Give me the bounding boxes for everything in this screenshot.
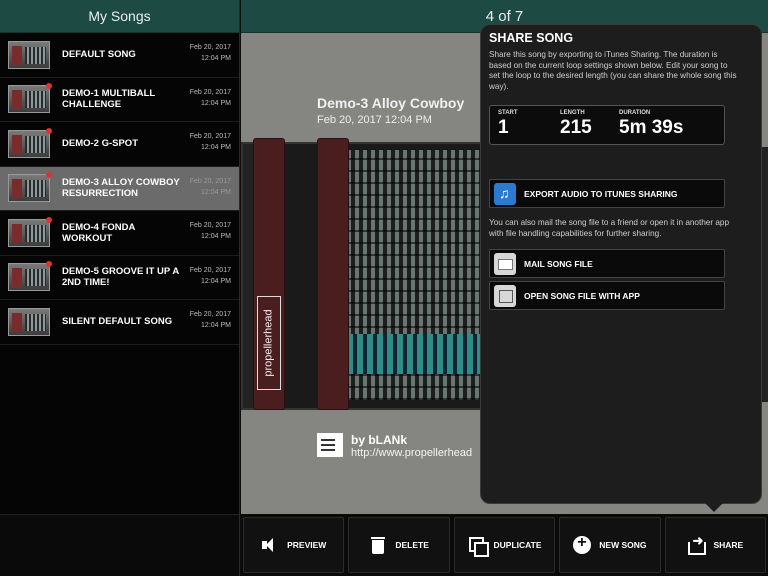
song-name: SILENT DEFAULT SONG — [62, 316, 173, 328]
author-url[interactable]: http://www.propellerhead — [351, 447, 472, 459]
song-list-item[interactable]: DEMO-2 G-SPOT Feb 20, 2017 12:04 PM — [0, 122, 239, 167]
song-thumbnail — [8, 261, 52, 292]
song-list-item[interactable]: SILENT DEFAULT SONG Feb 20, 2017 12:04 PM — [0, 300, 239, 345]
song-date: Feb 20, 2017 12:04 PM — [189, 222, 231, 240]
share-song-popover: SHARE SONG Share this song by exporting … — [480, 24, 762, 504]
song-date: Feb 20, 2017 12:04 PM — [189, 88, 231, 107]
song-thumbnail — [8, 40, 50, 69]
plus-circle-icon — [573, 534, 592, 554]
song-date: Feb 20, 2017 12:04 PM — [189, 266, 231, 285]
start-stat: START 1 — [498, 110, 518, 138]
export-itunes-button[interactable]: EXPORT AUDIO TO ITUNES SHARING — [489, 179, 725, 208]
song-thumbnail — [8, 216, 52, 247]
open-with-app-icon — [494, 284, 516, 307]
share-description: Share this song by exporting to iTunes S… — [489, 50, 737, 91]
song-date: Feb 20, 2017 12:04 PM — [189, 44, 231, 62]
song-thumbnail — [8, 172, 52, 203]
song-list-item[interactable]: DEFAULT SONG Feb 20, 2017 12:04 PM — [0, 33, 239, 78]
rack-rail-right — [317, 138, 349, 410]
song-list-item[interactable]: DEMO-5 GROOVE IT UP A 2ND TIME! Feb 20, … — [0, 256, 239, 300]
delete-button[interactable]: DELETE — [348, 517, 450, 573]
song-list-item[interactable]: DEMO-4 FONDA WORKOUT Feb 20, 2017 12:04 P… — [0, 211, 239, 256]
song-name: DEFAULT SONG — [62, 49, 136, 61]
bottom-toolbar: PREVIEW DELETE DUPLICATE NEW SONG SHARE — [241, 514, 768, 576]
popover-arrow — [705, 503, 723, 512]
preview-button[interactable]: PREVIEW — [243, 517, 345, 573]
speaker-icon — [261, 536, 279, 554]
sidebar-footer — [0, 514, 239, 576]
song-author: by bLANk http://www.propellerhead — [317, 433, 472, 459]
duplicate-icon — [468, 536, 489, 557]
duration-stat: DURATION 5m 39s — [619, 110, 684, 138]
mail-song-button[interactable]: MAIL SONG FILE — [489, 249, 725, 278]
song-datetime: Feb 20, 2017 12:04 PM — [317, 114, 432, 126]
song-name: DEMO-4 FONDA WORKOUT — [62, 221, 136, 244]
song-list-item[interactable]: DEMO-1 MULTIBALL CHALLENGE Feb 20, 2017 1… — [0, 78, 239, 122]
song-thumbnail — [8, 307, 50, 336]
share-note: You can also mail the song file to a fri… — [489, 218, 730, 238]
sidebar-title: My Songs — [0, 0, 239, 33]
song-name: DEMO-3 ALLOY COWBOY RESURRECTION — [62, 177, 180, 200]
author-name: by bLANk — [351, 433, 408, 447]
document-icon — [317, 433, 343, 457]
duplicate-button[interactable]: DUPLICATE — [453, 517, 556, 573]
itunes-icon — [494, 182, 516, 205]
open-with-app-button[interactable]: OPEN SONG FILE WITH APP — [489, 281, 725, 310]
length-stat: LENGTH 215 — [560, 110, 592, 138]
song-date: Feb 20, 2017 12:04 PM — [189, 177, 231, 196]
song-name: DEMO-5 GROOVE IT UP A 2ND TIME! — [62, 266, 179, 289]
share-button[interactable]: SHARE — [664, 517, 767, 573]
song-name: DEMO-1 MULTIBALL CHALLENGE — [62, 88, 156, 111]
loop-stats: START 1 LENGTH 215 DURATION 5m 39s — [489, 105, 725, 145]
song-thumbnail — [8, 83, 52, 114]
new-song-button[interactable]: NEW SONG — [559, 517, 661, 573]
song-list-item-selected[interactable]: DEMO-3 ALLOY COWBOY RESURRECTION Feb 20,… — [0, 166, 239, 211]
song-name: DEMO-2 G-SPOT — [62, 138, 139, 150]
trash-icon — [369, 536, 387, 554]
share-icon — [687, 533, 707, 555]
brand-logo: propellerhead — [257, 296, 281, 390]
song-date: Feb 20, 2017 12:04 PM — [189, 133, 231, 151]
song-thumbnail — [8, 127, 52, 158]
song-title: Demo-3 Alloy Cowboy — [317, 95, 465, 111]
popover-title: SHARE SONG — [489, 31, 574, 45]
songs-sidebar: My Songs DEFAULT SONG Feb 20, 2017 12:04 … — [0, 0, 240, 576]
song-list: DEFAULT SONG Feb 20, 2017 12:04 PM DEMO-1… — [0, 33, 239, 345]
mail-icon — [494, 252, 516, 275]
song-date: Feb 20, 2017 12:04 PM — [189, 311, 231, 329]
